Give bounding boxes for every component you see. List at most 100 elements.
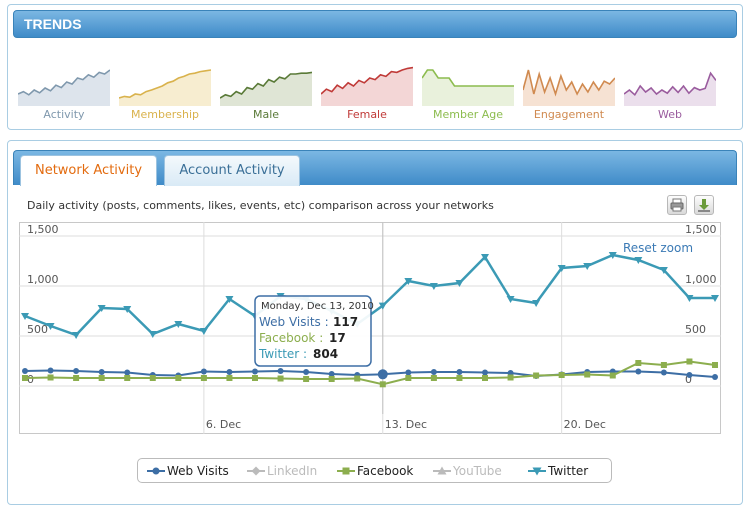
- sparkline: [18, 69, 110, 106]
- legend-label: YouTube: [453, 464, 502, 478]
- trend-label: Male: [252, 108, 280, 121]
- data-point: [98, 375, 105, 381]
- data-point: [22, 368, 28, 374]
- legend-label: Facebook: [357, 464, 414, 478]
- sparkline-area: [523, 70, 615, 106]
- legend-symbol-icon: [147, 467, 165, 475]
- sparkline: [422, 69, 514, 106]
- y-tick-label-left: 1,500: [27, 223, 59, 236]
- legend-symbol-icon: [528, 467, 546, 476]
- data-point: [22, 375, 28, 381]
- data-point: [303, 376, 310, 382]
- sparkline: [321, 66, 413, 106]
- data-point: [533, 372, 540, 379]
- data-point: [73, 375, 80, 381]
- trend-label: Engagement: [533, 108, 605, 121]
- legend-label: Web Visits: [167, 464, 229, 478]
- data-point: [456, 375, 463, 381]
- data-point: [712, 374, 718, 380]
- data-point: [148, 331, 157, 338]
- sparkline: [624, 71, 716, 106]
- data-point: [175, 375, 182, 381]
- data-point: [252, 375, 258, 381]
- data-point: [584, 371, 591, 378]
- sparkline: [119, 69, 211, 106]
- sparkline: [220, 71, 312, 106]
- data-point: [226, 375, 233, 381]
- chart-subtitle: Daily activity (posts, comments, likes, …: [27, 199, 494, 212]
- data-point: [200, 375, 207, 381]
- y-tick-label-left: 0: [27, 373, 34, 386]
- sparkline-area: [119, 70, 211, 106]
- data-point: [149, 375, 156, 381]
- data-point: [660, 362, 667, 368]
- legend-marker: [152, 467, 160, 475]
- legend-marker: [342, 467, 350, 475]
- data-point: [430, 369, 437, 375]
- printer-icon: [670, 198, 684, 212]
- tab-account-activity[interactable]: Account Activity: [164, 155, 300, 186]
- data-point: [73, 368, 80, 374]
- data-point: [47, 367, 54, 374]
- data-point: [354, 375, 361, 382]
- print-button[interactable]: [667, 195, 687, 215]
- legend-symbol-icon: [247, 466, 265, 476]
- download-icon: [698, 199, 710, 212]
- y-tick-label-right: 500: [685, 323, 706, 336]
- trend-label: Member Age: [432, 108, 504, 121]
- data-point: [405, 369, 412, 376]
- data-point: [328, 376, 335, 382]
- data-point: [609, 372, 616, 379]
- y-tick-label-left: 1,000: [27, 273, 59, 286]
- data-point: [482, 369, 488, 376]
- trend-label: Web: [658, 108, 682, 121]
- trend-label: Activity: [43, 108, 85, 121]
- network-activity-chart[interactable]: 0 0500 5001,000 1,0001,500 1,5006. Dec 13. De…: [19, 222, 721, 434]
- tooltip: Monday, Dec 13, 2010 Web Visits : 117 Faceb…: [254, 295, 374, 367]
- trends-title: TRENDS: [13, 10, 737, 38]
- data-point: [686, 358, 693, 365]
- data-point: [405, 375, 412, 381]
- tooltip-series-value: 804: [313, 347, 338, 361]
- data-point: [379, 381, 386, 388]
- tab-bar: Network Activity Account Activity: [13, 150, 737, 186]
- sparkline-area: [321, 67, 413, 106]
- tooltip-series-label: Facebook :: [259, 331, 323, 345]
- tab-network-activity[interactable]: Network Activity: [20, 155, 157, 186]
- sparkline-area: [220, 72, 312, 106]
- data-point: [98, 369, 105, 375]
- data-point: [660, 369, 667, 376]
- data-point: [277, 368, 284, 374]
- data-point: [686, 372, 693, 378]
- y-tick-label-right: 1,000: [685, 273, 717, 286]
- export-button[interactable]: [694, 195, 714, 215]
- legend-symbol-icon: [433, 466, 451, 475]
- data-point: [456, 369, 463, 375]
- legend-label: LinkedIn: [267, 464, 318, 478]
- trend-label: Female: [347, 108, 387, 121]
- data-point: [124, 375, 131, 381]
- data-point: [430, 375, 437, 381]
- y-tick-label-right: 1,500: [685, 223, 717, 236]
- tooltip-series-label: Web Visits :: [259, 315, 329, 329]
- data-point: [277, 375, 284, 382]
- data-point: [377, 369, 388, 380]
- tooltip-series-value: 17: [329, 331, 346, 345]
- x-tick-label: 6. Dec: [206, 418, 241, 431]
- trend-label: Membership: [131, 108, 199, 121]
- legend-symbol-icon: [337, 467, 355, 475]
- data-point: [47, 374, 54, 381]
- data-point: [482, 375, 488, 381]
- legend-label: Twitter: [548, 464, 589, 478]
- data-point: [200, 368, 207, 375]
- tooltip-series-value: 117: [333, 315, 358, 329]
- reset-zoom-button[interactable]: Reset zoom: [623, 241, 693, 255]
- sparkline: [523, 69, 615, 106]
- data-point: [303, 369, 310, 375]
- legend-marker: [251, 466, 261, 476]
- tooltip-date: Monday, Dec 13, 2010: [261, 301, 374, 312]
- data-point: [252, 368, 258, 375]
- x-tick-label: 20. Dec: [564, 418, 606, 431]
- data-point: [712, 362, 718, 368]
- tooltip-series-label: Twitter :: [258, 347, 307, 361]
